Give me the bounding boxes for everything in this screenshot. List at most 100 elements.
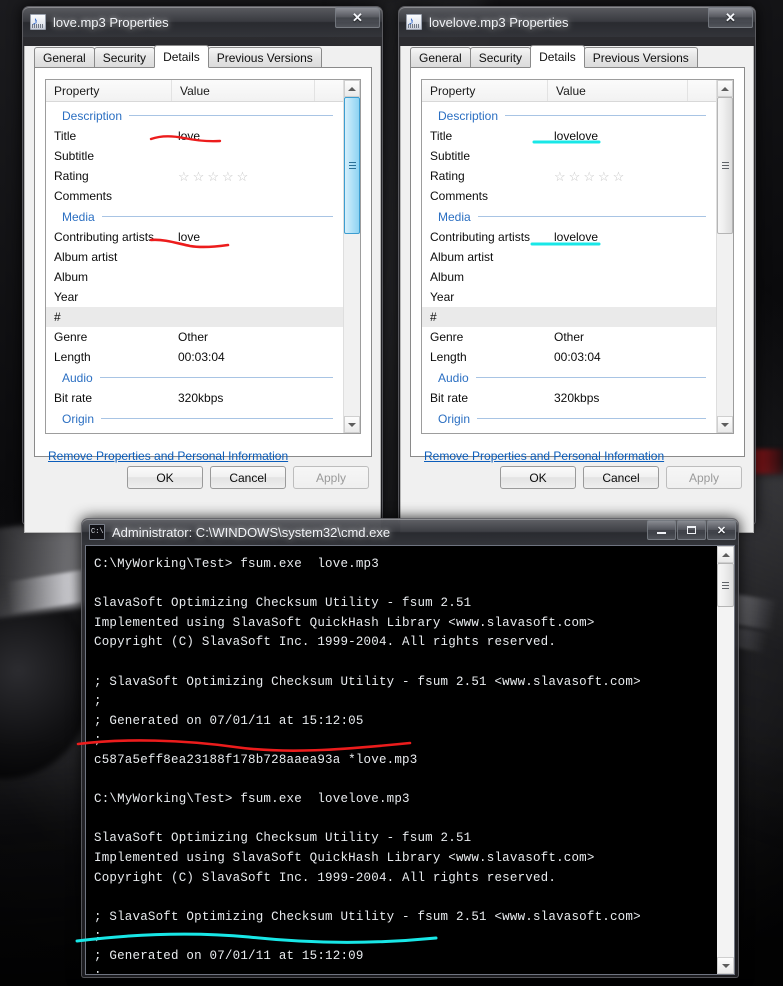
close-button-console[interactable]: ✕ xyxy=(707,520,736,540)
row-album-artist-lovelove[interactable]: Album artist xyxy=(422,247,716,267)
group-audio-love: Audio xyxy=(46,367,343,388)
group-description-love: Description xyxy=(46,105,343,126)
scroll-down-arrow-icon-lovelove[interactable] xyxy=(717,416,733,433)
row-rating-lovelove[interactable]: Rating ☆ ☆ ☆ ☆ ☆ xyxy=(422,166,716,186)
console-scrollbar-thumb[interactable] xyxy=(717,563,734,607)
rating-stars-love[interactable]: ☆ ☆ ☆ ☆ ☆ xyxy=(172,170,343,183)
row-length-love[interactable]: Length 00:03:04 xyxy=(46,347,343,367)
row-year-lovelove[interactable]: Year xyxy=(422,287,716,307)
row-publisher-lovelove[interactable]: Publisher xyxy=(422,429,716,433)
tabpage-details-lovelove: Property Value Description Title lovelov… xyxy=(410,68,745,463)
row-property: Genre xyxy=(54,330,88,344)
row-album-love[interactable]: Album xyxy=(46,267,343,287)
star-icon[interactable]: ☆ xyxy=(554,170,566,183)
row-subtitle-lovelove[interactable]: Subtitle xyxy=(422,146,716,166)
console-titlebar[interactable]: Administrator: C:\WINDOWS\system32\cmd.e… xyxy=(82,519,738,545)
column-header-property-love[interactable]: Property xyxy=(46,80,172,101)
tab-security-love[interactable]: Security xyxy=(93,47,156,67)
row-contributing-artists-love[interactable]: Contributing artists love xyxy=(46,227,343,247)
rating-stars-lovelove[interactable]: ☆ ☆ ☆ ☆ ☆ xyxy=(548,170,716,183)
minimize-button[interactable] xyxy=(647,520,676,540)
scroll-up-arrow-icon-love[interactable] xyxy=(344,80,360,97)
maximize-button[interactable] xyxy=(677,520,706,540)
ok-button-love[interactable]: OK xyxy=(127,466,203,489)
row-property: Album artist xyxy=(430,250,494,264)
close-button-love[interactable]: ✕ xyxy=(335,7,380,28)
row-genre-love[interactable]: Genre Other xyxy=(46,327,343,347)
scrollbar-thumb-lovelove[interactable] xyxy=(717,97,733,234)
tab-details-love[interactable]: Details xyxy=(154,45,209,68)
scrollbar-grip-icon xyxy=(348,160,356,171)
star-icon[interactable]: ☆ xyxy=(583,170,595,183)
console-output-text[interactable]: C:\MyWorking\Test> fsum.exe love.mp3 Sla… xyxy=(86,546,717,974)
group-rule xyxy=(129,115,333,116)
star-icon[interactable]: ☆ xyxy=(207,170,219,183)
row-comments-lovelove[interactable]: Comments xyxy=(422,186,716,206)
scroll-down-arrow-icon-love[interactable] xyxy=(344,416,360,433)
tab-previous-versions-lovelove[interactable]: Previous Versions xyxy=(583,47,698,67)
row-value: lovelove xyxy=(554,230,599,244)
row-comments-love[interactable]: Comments xyxy=(46,186,343,206)
scrollbar-track-lovelove[interactable] xyxy=(717,97,733,416)
row-rating-love[interactable]: Rating ☆ ☆ ☆ ☆ ☆ xyxy=(46,166,343,186)
row-property: Comments xyxy=(430,189,489,203)
group-rule xyxy=(505,115,706,116)
cancel-button-lovelove[interactable]: Cancel xyxy=(583,466,659,489)
row-bit-rate-lovelove[interactable]: Bit rate 320kbps xyxy=(422,388,716,408)
star-icon[interactable]: ☆ xyxy=(569,170,581,183)
console-scroll-down-arrow-icon[interactable] xyxy=(717,957,734,974)
row-track-number-love[interactable]: # xyxy=(46,307,343,327)
remove-properties-link-love[interactable]: Remove Properties and Personal Informati… xyxy=(48,449,288,463)
cancel-button-love[interactable]: Cancel xyxy=(210,466,286,489)
group-rule xyxy=(99,377,333,378)
star-icon[interactable]: ☆ xyxy=(613,170,625,183)
row-contributing-artists-lovelove[interactable]: Contributing artists lovelove xyxy=(422,227,716,247)
scrollbar-track-love[interactable] xyxy=(344,97,360,416)
remove-properties-link-lovelove[interactable]: Remove Properties and Personal Informati… xyxy=(424,449,664,463)
console-scrollbar-track[interactable] xyxy=(717,563,734,957)
ok-button-lovelove[interactable]: OK xyxy=(500,466,576,489)
column-header-value-love[interactable]: Value xyxy=(172,80,315,101)
titlebar-lovelove[interactable]: lovelove.mp3 Properties ✕ xyxy=(399,7,755,37)
console-window-controls: ✕ xyxy=(647,520,736,540)
star-icon[interactable]: ☆ xyxy=(193,170,205,183)
row-track-number-lovelove[interactable]: # xyxy=(422,307,716,327)
row-property: Title xyxy=(54,129,77,143)
properties-list-love: Property Value Description Title love Su… xyxy=(45,79,361,434)
group-label: Media xyxy=(62,209,95,224)
group-media-lovelove: Media xyxy=(422,206,716,227)
row-subtitle-love[interactable]: Subtitle xyxy=(46,146,343,166)
row-year-love[interactable]: Year xyxy=(46,287,343,307)
tab-previous-versions-love[interactable]: Previous Versions xyxy=(207,47,322,67)
properties-scrollbar-love[interactable] xyxy=(343,80,360,433)
row-title-lovelove[interactable]: Title lovelove xyxy=(422,126,716,146)
scroll-up-arrow-icon-lovelove[interactable] xyxy=(717,80,733,97)
row-title-love[interactable]: Title love xyxy=(46,126,343,146)
star-icon[interactable]: ☆ xyxy=(222,170,234,183)
row-value: Other xyxy=(554,330,585,344)
scrollbar-thumb-love[interactable] xyxy=(344,97,360,234)
console-scrollbar[interactable] xyxy=(717,546,734,974)
row-publisher-love[interactable]: Publisher xyxy=(46,429,343,433)
tab-details-lovelove[interactable]: Details xyxy=(530,45,585,68)
column-header-pad-love xyxy=(315,80,343,101)
row-property: Title xyxy=(430,129,453,143)
star-icon[interactable]: ☆ xyxy=(178,170,190,183)
column-header-value-lovelove[interactable]: Value xyxy=(548,80,688,101)
row-length-lovelove[interactable]: Length 00:03:04 xyxy=(422,347,716,367)
column-header-property-lovelove[interactable]: Property xyxy=(422,80,548,101)
console-body: C:\MyWorking\Test> fsum.exe love.mp3 Sla… xyxy=(85,545,735,975)
tab-general-lovelove[interactable]: General xyxy=(410,47,471,67)
console-scroll-up-arrow-icon[interactable] xyxy=(717,546,734,563)
star-icon[interactable]: ☆ xyxy=(237,170,249,183)
row-bit-rate-love[interactable]: Bit rate 320kbps xyxy=(46,388,343,408)
titlebar-love[interactable]: love.mp3 Properties ✕ xyxy=(23,7,382,37)
close-button-lovelove[interactable]: ✕ xyxy=(708,7,753,28)
tab-security-lovelove[interactable]: Security xyxy=(469,47,532,67)
properties-scrollbar-lovelove[interactable] xyxy=(716,80,733,433)
row-genre-lovelove[interactable]: Genre Other xyxy=(422,327,716,347)
star-icon[interactable]: ☆ xyxy=(598,170,610,183)
row-album-lovelove[interactable]: Album xyxy=(422,267,716,287)
tab-general-love[interactable]: General xyxy=(34,47,95,67)
row-album-artist-love[interactable]: Album artist xyxy=(46,247,343,267)
